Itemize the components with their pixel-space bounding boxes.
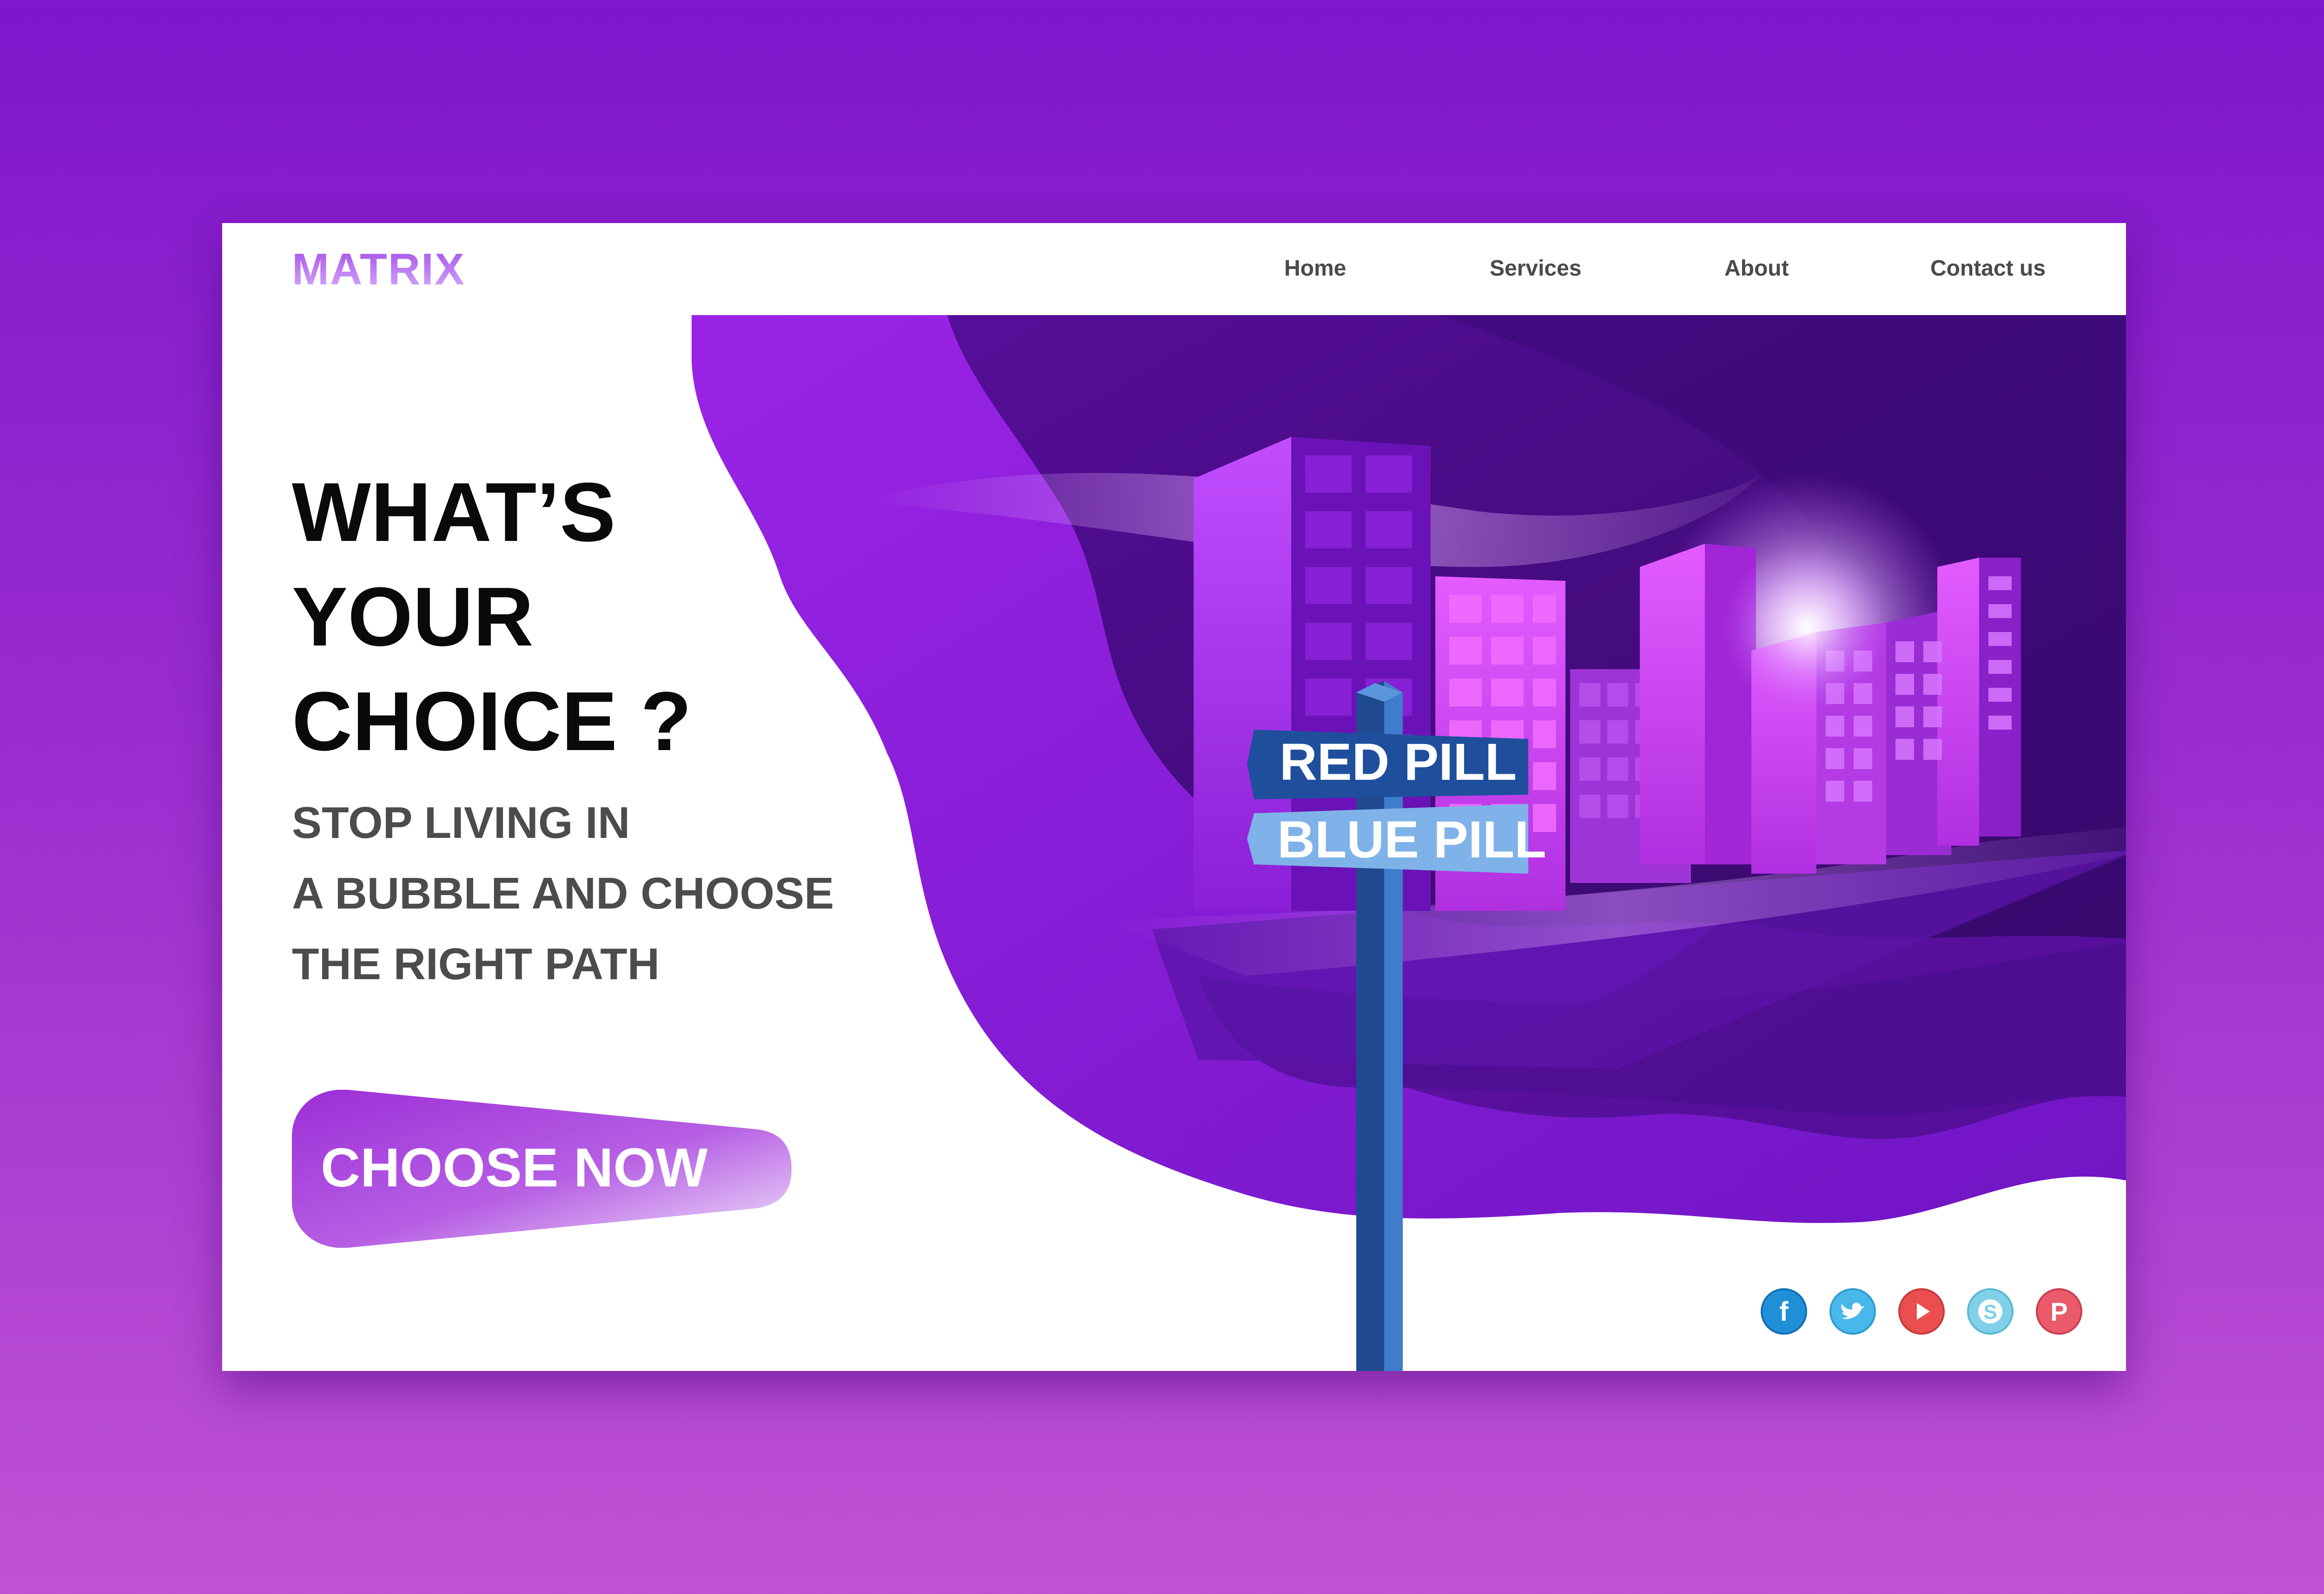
svg-text:S: S: [1983, 1301, 1997, 1324]
brand-logo[interactable]: MATRIX: [292, 244, 465, 295]
nav-services[interactable]: Services: [1490, 256, 1582, 281]
nav-contact-us[interactable]: Contact us: [1930, 256, 2046, 281]
headline-line: WHAT’S: [292, 466, 616, 559]
pinterest-icon[interactable]: P: [2036, 1288, 2082, 1335]
headline-line: CHOICE ?: [292, 675, 692, 768]
nav-about[interactable]: About: [1724, 256, 1789, 281]
sign-blue-pill: BLUE PILL: [1277, 810, 1546, 869]
svg-text:f: f: [1779, 1297, 1789, 1327]
twitter-icon[interactable]: [1829, 1288, 1876, 1335]
facebook-icon[interactable]: f: [1761, 1288, 1807, 1335]
headline-line: YOUR: [292, 570, 534, 664]
subtext-line: STOP LIVING IN: [292, 798, 630, 848]
svg-text:P: P: [2050, 1297, 2067, 1326]
sign-red-pill: RED PILL: [1279, 733, 1517, 791]
subtext-line: A BUBBLE AND CHOOSE: [292, 869, 834, 918]
subtext-line: THE RIGHT PATH: [292, 939, 660, 989]
skype-icon[interactable]: S: [1967, 1288, 2014, 1335]
hero-headline: WHAT’S YOUR CHOICE ?: [292, 460, 757, 774]
hero-subtext: STOP LIVING IN A BUBBLE AND CHOOSE THE R…: [292, 788, 896, 1000]
youtube-icon[interactable]: [1898, 1288, 1945, 1335]
choose-now-button[interactable]: CHOOSE NOW: [292, 1090, 792, 1248]
landing-page-card: RED PILL BLUE PILL MATRIX Home Services …: [222, 223, 2126, 1371]
nav-home[interactable]: Home: [1284, 256, 1346, 281]
choose-now-label: CHOOSE NOW: [321, 1137, 708, 1199]
